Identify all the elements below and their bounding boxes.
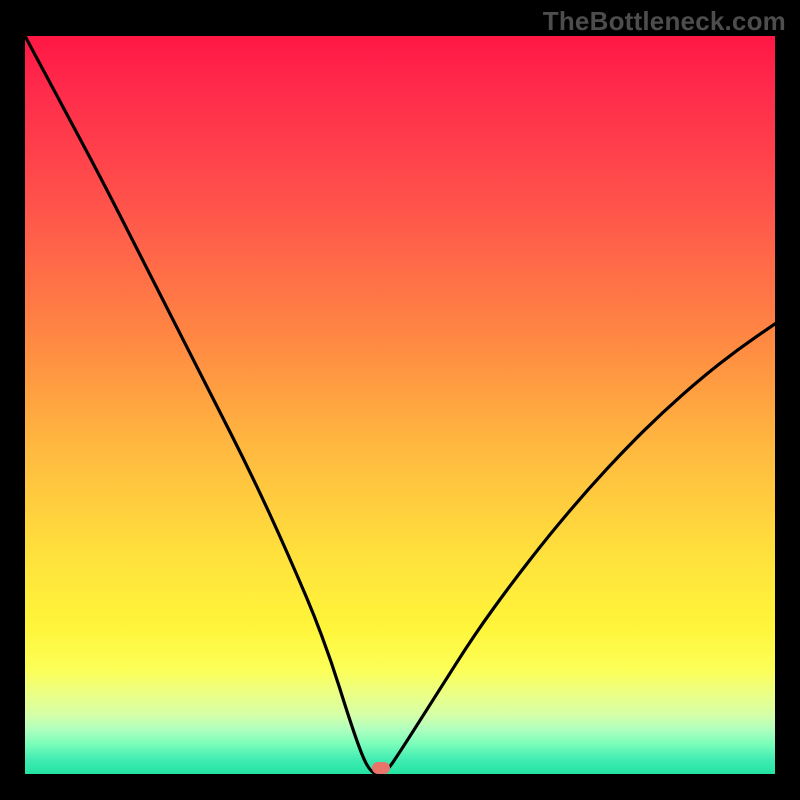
plot-area [25, 36, 775, 774]
watermark-text: TheBottleneck.com [543, 6, 786, 37]
curve-svg [25, 36, 775, 774]
chart-frame: TheBottleneck.com [0, 0, 800, 800]
bottleneck-curve [25, 36, 775, 774]
optimal-point-marker [372, 762, 390, 774]
